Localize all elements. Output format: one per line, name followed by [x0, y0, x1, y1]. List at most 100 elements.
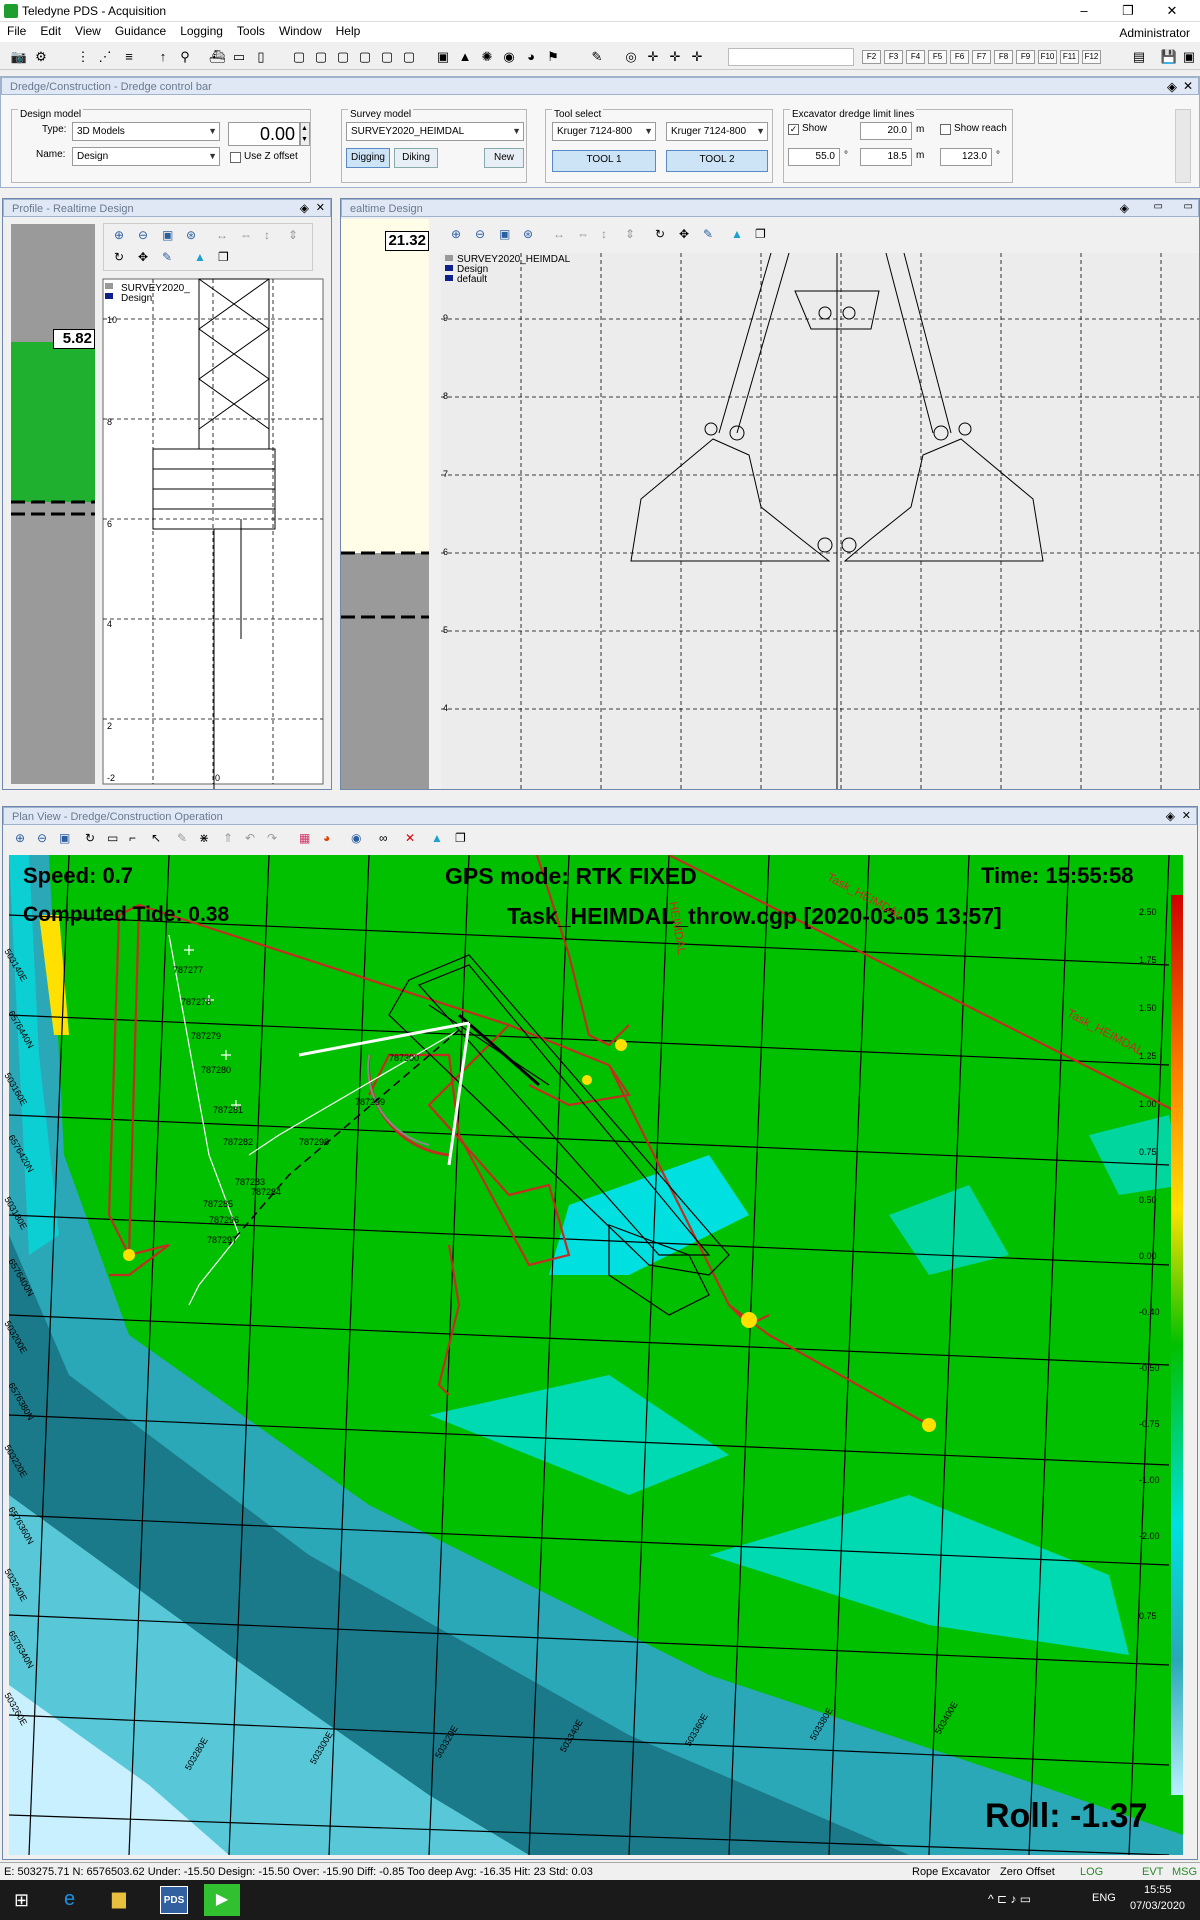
pds-app-icon[interactable]: PDS: [160, 1886, 188, 1914]
redo-icon[interactable]: ↷: [267, 831, 277, 845]
menu-file[interactable]: File: [0, 22, 33, 40]
vessel-view-icon[interactable]: ▲: [731, 227, 743, 241]
vessel-view-icon[interactable]: ▲: [431, 831, 443, 845]
color-scale-icon[interactable]: ◉: [351, 831, 361, 845]
pan-up-icon[interactable]: ⇕: [625, 227, 635, 241]
survey-model-select[interactable]: SURVEY2020_HEIMDAL ▼: [346, 122, 524, 141]
fkey-f6[interactable]: F6: [950, 50, 969, 64]
limit-depth-field[interactable]: 18.5: [860, 148, 912, 166]
route-icon[interactable]: ⋇: [199, 831, 209, 845]
pin-icon[interactable]: ◈: [300, 201, 309, 215]
settings-icon[interactable]: ⚙: [32, 48, 50, 66]
pen-tool-icon[interactable]: ✎: [162, 250, 172, 264]
copy-icon[interactable]: ❐: [455, 831, 466, 845]
fkey-f12[interactable]: F12: [1082, 50, 1101, 64]
pan-up-icon[interactable]: ⇕: [288, 228, 298, 242]
color-map-icon[interactable]: ◕: [323, 831, 330, 845]
windows-start-icon[interactable]: ⊞: [14, 1890, 29, 1911]
sun-icon[interactable]: ✺: [478, 48, 496, 66]
zoom-in-icon[interactable]: ⊕: [451, 227, 461, 241]
window6-icon[interactable]: ▢: [400, 48, 418, 66]
pen-icon[interactable]: ✎: [588, 48, 606, 66]
window5-icon[interactable]: ▢: [378, 48, 396, 66]
window3-icon[interactable]: ▢: [334, 48, 352, 66]
diking-button[interactable]: Diking: [394, 148, 438, 168]
use-z-offset-checkbox[interactable]: [230, 152, 241, 163]
offset-spinner[interactable]: ▲ ▼: [300, 122, 310, 146]
fkey-f8[interactable]: F8: [994, 50, 1013, 64]
panel-close-icon[interactable]: ✕: [1183, 79, 1193, 93]
fkey-f11[interactable]: F11: [1060, 50, 1079, 64]
copy-icon[interactable]: ❐: [218, 250, 229, 264]
fkey-f10[interactable]: F10: [1038, 50, 1057, 64]
window-icon[interactable]: ▣: [1180, 48, 1198, 66]
minimize-icon[interactable]: ▭: [1154, 201, 1163, 212]
close-icon[interactable]: ✕: [1152, 0, 1192, 22]
tool2-button[interactable]: TOOL 2: [666, 150, 768, 172]
reach-angle-field[interactable]: 123.0: [940, 148, 992, 166]
menu-help[interactable]: Help: [329, 22, 368, 40]
log-indicator[interactable]: LOG: [1080, 1863, 1103, 1881]
zoom-window-icon[interactable]: ⊛: [523, 227, 533, 241]
pan-horizontal-icon[interactable]: ↔: [553, 227, 565, 241]
zoom-in-icon[interactable]: ⊕: [114, 228, 124, 242]
design-type-select[interactable]: 3D Models ▼: [72, 122, 220, 141]
panel-close-icon[interactable]: ✕: [1182, 809, 1191, 822]
chart-save-icon[interactable]: ▤: [1130, 48, 1148, 66]
fkey-f9[interactable]: F9: [1016, 50, 1035, 64]
menu-guidance[interactable]: Guidance: [108, 22, 173, 40]
pen-tool-icon[interactable]: ✎: [177, 831, 187, 845]
lock-icon[interactable]: ▯: [252, 48, 270, 66]
flag-icon[interactable]: ⚑: [544, 48, 562, 66]
tool1-button[interactable]: TOOL 1: [552, 150, 656, 172]
waypoint-icon[interactable]: ✛: [666, 48, 684, 66]
new-button[interactable]: New: [484, 148, 524, 168]
lang-indicator[interactable]: ENG: [1092, 1892, 1116, 1904]
vessel-view-icon[interactable]: ▲: [194, 250, 206, 264]
chart-tool-icon[interactable]: ≡: [120, 48, 138, 66]
edge-icon[interactable]: e: [64, 1888, 75, 1911]
undo-icon[interactable]: ↶: [245, 831, 255, 845]
zoom-extents-icon[interactable]: ▣: [499, 227, 510, 241]
show-reach-checkbox[interactable]: [940, 124, 951, 135]
graph-tool-icon[interactable]: ⋰: [96, 48, 114, 66]
move-icon[interactable]: ✥: [679, 227, 689, 241]
tool1-select[interactable]: Kruger 7124-800 ▼: [552, 122, 656, 141]
palette-icon[interactable]: ◕: [522, 48, 540, 66]
add-waypoint-icon[interactable]: ✛: [688, 48, 706, 66]
antenna-icon[interactable]: ⚲: [176, 48, 194, 66]
gauge-icon[interactable]: ◉: [500, 48, 518, 66]
minimize-icon[interactable]: –: [1064, 0, 1104, 22]
pan-vertical-icon[interactable]: ↕: [264, 228, 270, 242]
evt-indicator[interactable]: EVT: [1142, 1863, 1163, 1881]
control-bar-scrollbar[interactable]: [1175, 109, 1191, 183]
copy-icon[interactable]: ❐: [755, 227, 766, 241]
measure-icon[interactable]: ⌐: [129, 831, 136, 845]
delete-icon[interactable]: ✕: [405, 831, 415, 845]
ruler-icon[interactable]: ▭: [107, 831, 118, 845]
zoom-extents-icon[interactable]: ▣: [59, 831, 70, 845]
pan-vertical-icon[interactable]: ↕: [601, 227, 607, 241]
marker-icon[interactable]: ↑: [154, 48, 172, 66]
window1-icon[interactable]: ▢: [290, 48, 308, 66]
limit-distance-field[interactable]: 20.0: [860, 122, 912, 140]
msg-indicator[interactable]: MSG: [1172, 1863, 1197, 1881]
panel-close-icon[interactable]: ✕: [316, 201, 325, 214]
zoom-extents-icon[interactable]: ▣: [162, 228, 173, 242]
folder-icon[interactable]: ▆: [112, 1888, 126, 1909]
design-name-select[interactable]: Design ▼: [72, 147, 220, 166]
printer-icon[interactable]: ▭: [230, 48, 248, 66]
pan-left-icon[interactable]: ⇔: [577, 227, 589, 241]
zoom-window-icon[interactable]: ⊛: [186, 228, 196, 242]
fkey-f2[interactable]: F2: [862, 50, 881, 64]
grid-tool-icon[interactable]: ⋮: [74, 48, 92, 66]
zoom-in-icon[interactable]: ⊕: [15, 831, 25, 845]
digging-button[interactable]: Digging: [346, 148, 390, 168]
rotate-icon[interactable]: ↻: [655, 227, 665, 241]
fkey-f3[interactable]: F3: [884, 50, 903, 64]
fkey-f4[interactable]: F4: [906, 50, 925, 64]
save-icon[interactable]: 💾: [1160, 48, 1178, 66]
fkey-f5[interactable]: F5: [928, 50, 947, 64]
select-icon[interactable]: ↖: [151, 831, 161, 845]
pin-icon[interactable]: ◈: [1166, 809, 1175, 823]
